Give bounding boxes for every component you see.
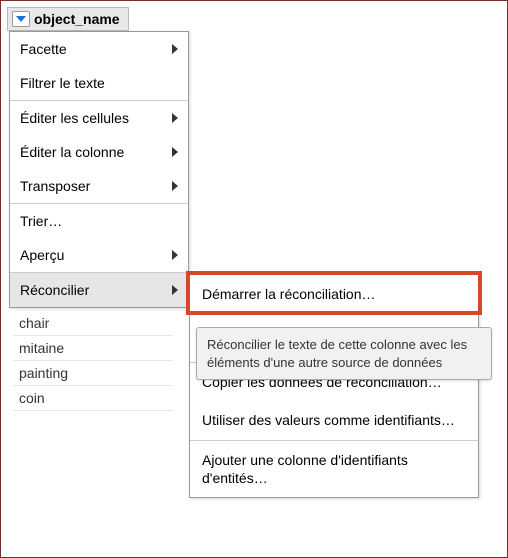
table-row[interactable]: coin bbox=[13, 386, 173, 411]
tooltip: Réconcilier le texte de cette colonne av… bbox=[196, 327, 492, 380]
menu-item-editer-cellules[interactable]: Éditer les cellules bbox=[10, 101, 188, 135]
submenu-item-utiliser[interactable]: Utiliser des valeurs comme identifiants… bbox=[190, 401, 478, 439]
submenu-item-ajouter[interactable]: Ajouter une colonne d'identifiants d'ent… bbox=[190, 441, 478, 497]
menu-item-label: Éditer les cellules bbox=[20, 110, 129, 126]
menu-item-label: Trier… bbox=[20, 213, 62, 229]
menu-item-facette[interactable]: Facette bbox=[10, 32, 188, 66]
chevron-right-icon bbox=[172, 44, 178, 54]
menu-item-label: Transposer bbox=[20, 178, 90, 194]
chevron-right-icon bbox=[172, 181, 178, 191]
submenu-item-label: Utiliser des valeurs comme identifiants… bbox=[202, 412, 455, 428]
menu-item-label: Filtrer le texte bbox=[20, 75, 105, 91]
table-row[interactable]: chair bbox=[13, 311, 173, 336]
chevron-right-icon bbox=[172, 113, 178, 123]
submenu-item-demarrer[interactable]: Démarrer la réconciliation… bbox=[190, 275, 478, 313]
column-title: object_name bbox=[34, 11, 120, 27]
menu-item-reconcilier[interactable]: Réconcilier bbox=[10, 273, 188, 307]
submenu-item-label: Ajouter une colonne d'identifiants d'ent… bbox=[202, 452, 408, 486]
menu-item-transposer[interactable]: Transposer bbox=[10, 169, 188, 203]
column-menu-button[interactable] bbox=[12, 11, 30, 27]
tooltip-text: Réconcilier le texte de cette colonne av… bbox=[207, 337, 467, 370]
chevron-right-icon bbox=[172, 285, 178, 295]
menu-item-label: Réconcilier bbox=[20, 282, 89, 298]
submenu-item-label: Démarrer la réconciliation… bbox=[202, 286, 376, 302]
menu-item-label: Aperçu bbox=[20, 247, 64, 263]
chevron-right-icon bbox=[172, 250, 178, 260]
data-rows: chair mitaine painting coin bbox=[13, 311, 173, 411]
menu-item-trier[interactable]: Trier… bbox=[10, 204, 188, 238]
menu-item-label: Éditer la colonne bbox=[20, 144, 124, 160]
menu-item-filtrer[interactable]: Filtrer le texte bbox=[10, 66, 188, 100]
chevron-down-icon bbox=[16, 16, 26, 22]
chevron-right-icon bbox=[172, 147, 178, 157]
column-context-menu: Facette Filtrer le texte Éditer les cell… bbox=[9, 31, 189, 308]
table-row[interactable]: painting bbox=[13, 361, 173, 386]
column-header: object_name bbox=[7, 7, 129, 31]
menu-item-label: Facette bbox=[20, 41, 67, 57]
menu-item-apercu[interactable]: Aperçu bbox=[10, 238, 188, 272]
menu-item-editer-colonne[interactable]: Éditer la colonne bbox=[10, 135, 188, 169]
reconcilier-submenu: Démarrer la réconciliation… Copier les d… bbox=[189, 274, 479, 498]
table-row[interactable]: mitaine bbox=[13, 336, 173, 361]
